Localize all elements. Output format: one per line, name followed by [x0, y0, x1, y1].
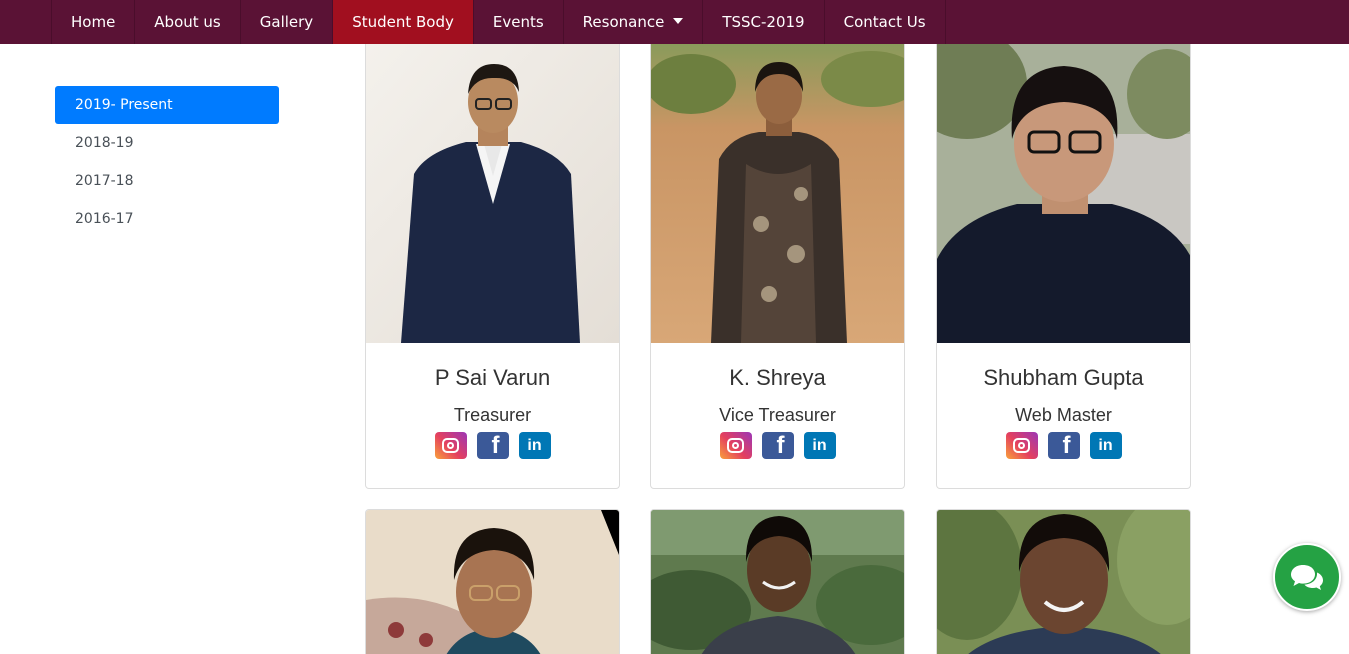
instagram-glyph: [727, 438, 744, 453]
nav-gallery[interactable]: Gallery: [241, 0, 334, 44]
facebook-glyph: f: [491, 432, 500, 459]
chat-bubbles-icon: [1291, 565, 1323, 590]
facebook-icon[interactable]: f: [476, 432, 509, 459]
social-links: f in: [366, 432, 619, 459]
sidebar-item-label: 2016-17: [75, 211, 134, 227]
member-photo: [366, 510, 619, 654]
sidebar-item-2017-18[interactable]: 2017-18: [55, 162, 279, 200]
caret-down-icon: [673, 18, 684, 24]
social-links: f in: [651, 432, 904, 459]
nav-about-us[interactable]: About us: [135, 0, 241, 44]
linkedin-icon[interactable]: in: [518, 432, 551, 459]
facebook-icon[interactable]: f: [1047, 432, 1080, 459]
sidebar-item-label: 2017-18: [75, 173, 134, 189]
navbar-left-spacer: [0, 0, 51, 44]
nav-events[interactable]: Events: [474, 0, 564, 44]
facebook-glyph: f: [776, 432, 785, 459]
member-card: [650, 509, 905, 654]
linkedin-glyph: in: [1098, 436, 1113, 454]
nav-resonance-dropdown[interactable]: Resonance: [564, 0, 704, 44]
instagram-icon[interactable]: [1005, 432, 1038, 459]
social-links: f in: [937, 432, 1190, 459]
nav-about-us-label: About us: [154, 13, 221, 31]
nav-contact-us-label: Contact Us: [843, 13, 926, 31]
instagram-glyph: [1013, 438, 1030, 453]
sidebar-item-2016-17[interactable]: 2016-17: [55, 200, 279, 238]
nav-student-body-label: Student Body: [352, 13, 454, 31]
linkedin-icon[interactable]: in: [803, 432, 836, 459]
nav-gallery-label: Gallery: [259, 13, 314, 31]
nav-home[interactable]: Home: [51, 0, 136, 44]
member-card: K. Shreya Vice Treasurer f in: [650, 44, 905, 489]
member-name: P Sai Varun: [434, 365, 551, 390]
linkedin-glyph: in: [812, 436, 827, 454]
instagram-icon[interactable]: [719, 432, 752, 459]
instagram-glyph: [442, 438, 459, 453]
member-role: Vice Treasurer: [719, 405, 836, 425]
member-name: Shubham Gupta: [983, 365, 1144, 390]
nav-resonance-label: Resonance: [582, 13, 665, 31]
member-photo: [937, 510, 1190, 654]
member-role: Treasurer: [453, 405, 532, 425]
sidebar-item-2019-present[interactable]: 2019- Present: [55, 86, 279, 124]
nav-events-label: Events: [492, 13, 544, 31]
linkedin-icon[interactable]: in: [1089, 432, 1122, 459]
sidebar-item-label: 2018-19: [75, 135, 134, 151]
instagram-icon[interactable]: [434, 432, 467, 459]
nav-contact-us[interactable]: Contact Us: [825, 0, 946, 44]
member-role: Web Master: [1015, 405, 1112, 425]
nav-home-label: Home: [71, 13, 116, 31]
member-photo: [937, 44, 1190, 343]
chat-button[interactable]: [1273, 543, 1341, 611]
member-card: P Sai Varun Treasurer f in: [365, 44, 620, 489]
facebook-icon[interactable]: f: [761, 432, 794, 459]
member-name: K. Shreya: [729, 365, 826, 390]
facebook-glyph: f: [1062, 432, 1071, 459]
sidebar-item-label: 2019- Present: [75, 97, 173, 113]
nav-student-body[interactable]: Student Body: [333, 0, 474, 44]
member-photo: [366, 44, 619, 343]
top-navbar: Home About us Gallery Student Body Event…: [0, 0, 1349, 44]
member-card: [936, 509, 1191, 654]
member-card: Shubham Gupta Web Master f in: [936, 44, 1191, 489]
member-card: [365, 509, 620, 654]
member-photo: [651, 44, 904, 343]
sidebar-item-2018-19[interactable]: 2018-19: [55, 124, 279, 162]
nav-tssc-label: TSSC-2019: [722, 13, 805, 31]
nav-tssc-2019[interactable]: TSSC-2019: [703, 0, 825, 44]
year-sidebar: 2019- Present 2018-19 2017-18 2016-17: [55, 86, 279, 238]
member-photo: [651, 510, 904, 654]
linkedin-glyph: in: [527, 436, 542, 454]
